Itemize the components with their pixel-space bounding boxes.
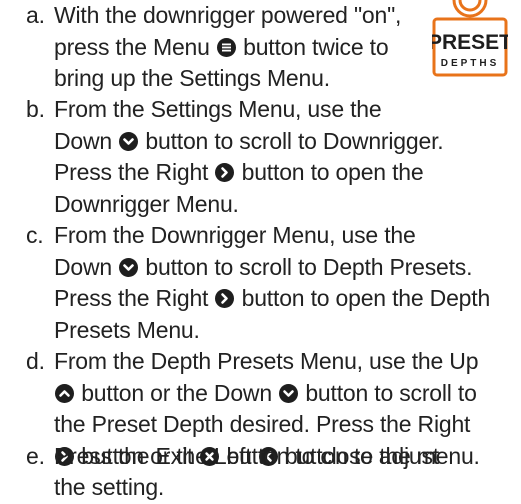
text-line: Down button to scroll to Downrigger.	[54, 126, 516, 158]
text-segment: bring up the Settings Menu.	[54, 65, 330, 91]
text-segment: button to close the menu.	[220, 443, 480, 469]
text-segment: From the Downrigger Menu, use the	[54, 222, 416, 248]
step-text: From the Downrigger Menu, use the Down bu…	[54, 220, 516, 346]
text-segment: With the downrigger powered "on",	[54, 2, 402, 28]
text-segment: the setting.	[54, 474, 165, 500]
text-segment: button to scroll to Downrigger.	[139, 127, 444, 154]
step-marker: b.	[26, 96, 45, 122]
badge-line2: DEPTHS	[441, 58, 500, 69]
text-line: Press the Right button to open the Depth	[54, 283, 516, 315]
text-segment: Press the Right	[54, 285, 215, 311]
text-segment: button to open the Depth	[235, 285, 491, 311]
text-line: From the Downrigger Menu, use the	[54, 220, 516, 252]
down-icon	[279, 383, 299, 403]
text-segment: Presets Menu.	[54, 316, 200, 343]
down-icon	[119, 257, 139, 277]
text-segment: Downrigger Menu.	[54, 190, 239, 217]
up-icon	[55, 383, 74, 403]
text-line: the setting.	[54, 472, 516, 504]
text-segment: From the Depth Presets Menu, use the Up	[54, 348, 479, 374]
preset-depths-badge: PRESET DEPTHS	[428, 0, 512, 77]
text-line: From the Depth Presets Menu, use the Up	[54, 346, 516, 378]
right-icon	[215, 163, 235, 182]
text-segment: From the Settings Menu, use the	[54, 96, 382, 122]
badge-line1: PRESET	[432, 31, 508, 54]
text-line: From the Settings Menu, use the	[54, 94, 516, 126]
step-marker: c.	[26, 222, 44, 248]
text-segment: button to scroll to Depth Presets.	[139, 253, 473, 280]
text-segment: button or the Down	[75, 379, 279, 406]
text-line: Down button to scroll to Depth Presets.	[54, 252, 516, 284]
text-line: Presets Menu.	[54, 315, 516, 347]
text-segment: press the Menu	[54, 33, 216, 60]
text-line: Downrigger Menu.	[54, 189, 516, 221]
right-icon	[215, 289, 235, 308]
text-segment: the Preset Depth desired. Press the Righ…	[54, 411, 471, 437]
step-text: From the Depth Presets Menu, use the Up …	[54, 346, 516, 504]
menu-icon	[216, 37, 236, 57]
preset-depths-icon: PRESET DEPTHS	[428, 0, 512, 77]
text-line: Press the Right button to open the	[54, 157, 516, 189]
text-segment: button twice to	[236, 33, 389, 60]
text-line: Press the Exit button to close the menu.	[54, 441, 516, 473]
text-segment: button to open the	[235, 159, 424, 185]
step-text: From the Settings Menu, use the Down butt…	[54, 94, 516, 220]
text-segment: Press the Right	[54, 159, 215, 185]
text-segment: Down	[54, 127, 119, 154]
step-text: Press the Exit button to close the menu.	[54, 441, 516, 473]
step-marker: a.	[26, 2, 45, 28]
down-icon	[119, 131, 139, 151]
step-marker: d.	[26, 348, 45, 374]
text-line: the Preset Depth desired. Press the Righ…	[54, 409, 516, 441]
text-segment: button to scroll to	[299, 379, 477, 406]
text-line: button or the Down button to scroll to	[54, 378, 516, 410]
step-marker: e.	[26, 443, 45, 469]
text-segment: Press the Exit	[54, 443, 200, 469]
exit-icon	[200, 447, 220, 466]
text-segment: Down	[54, 253, 119, 280]
